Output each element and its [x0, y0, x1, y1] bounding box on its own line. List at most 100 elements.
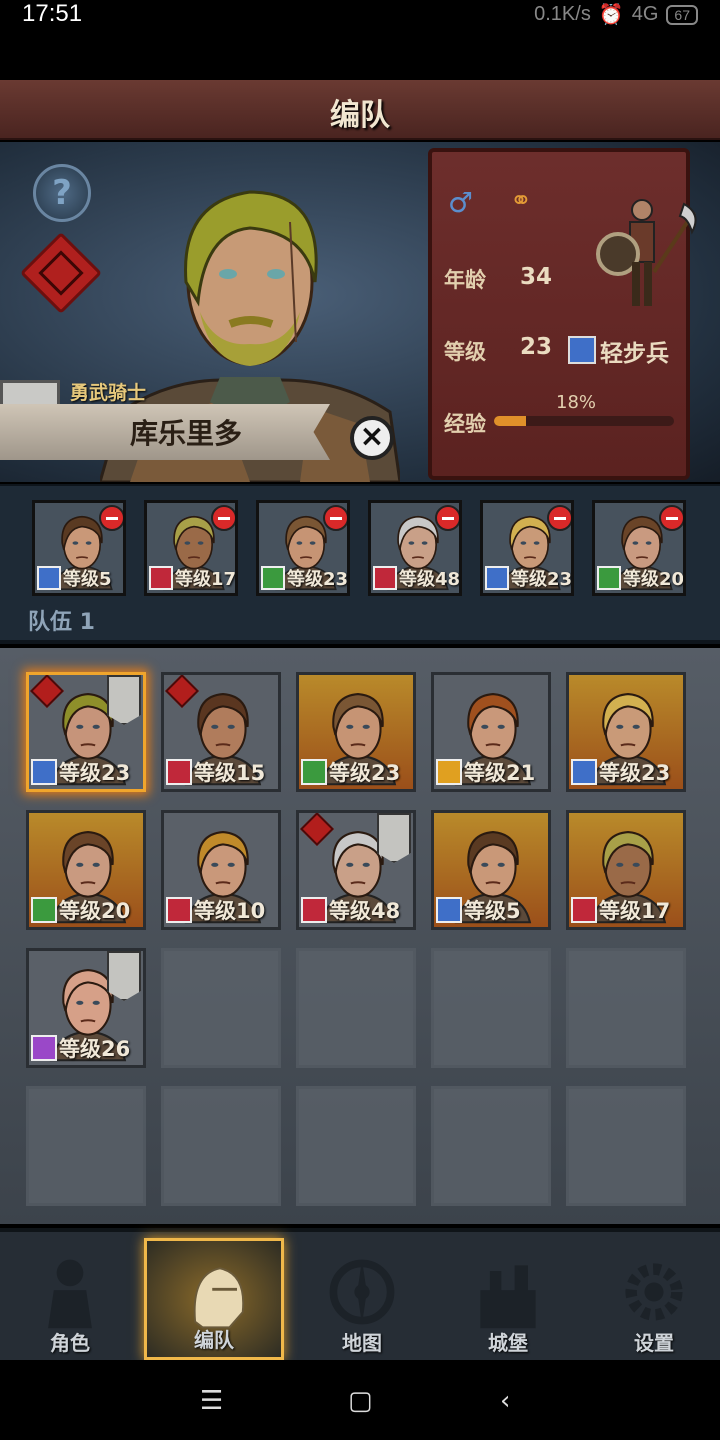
sword-class-icon	[571, 759, 597, 785]
in-team-flag-icon	[107, 951, 141, 1001]
nav-label: 设置	[634, 1331, 674, 1355]
xp-bar-fill	[494, 416, 527, 426]
castle-icon	[480, 1265, 536, 1329]
male-icon: ♂	[448, 186, 474, 219]
hero-stats-card: ♂ ⚭ 年龄 34 等级 23 轻步兵 18% 经验	[428, 148, 697, 480]
system-nav-bar: ☰ ▢ ‹	[0, 1360, 720, 1440]
roster-character-card[interactable]: 等级23	[566, 672, 686, 792]
gear-icon	[625, 1263, 683, 1321]
roster-character-card[interactable]: 等级21	[431, 672, 551, 792]
member-level: 等级17	[175, 569, 237, 590]
sword-class-icon	[485, 566, 509, 590]
character-level-tag: 等级21	[434, 757, 548, 787]
status-time: 17:51	[22, 0, 83, 27]
character-level-tag: 等级23	[29, 757, 143, 787]
battery-indicator: 67	[666, 4, 698, 25]
team-slot[interactable]: 等级5	[32, 500, 126, 596]
roster-character-card[interactable]: 等级48	[296, 810, 416, 930]
roster-character-card[interactable]: 等级26	[26, 948, 146, 1068]
team-slot[interactable]: 等级23	[256, 500, 350, 596]
cavalry-class-icon	[149, 566, 173, 590]
sword-class-icon	[37, 566, 61, 590]
light-infantry-figure-icon	[596, 199, 697, 306]
level-value: 23	[520, 334, 553, 360]
archer-class-icon	[301, 759, 327, 785]
nav-label: 城堡	[488, 1331, 528, 1355]
member-level-tag: 等级17	[147, 565, 235, 591]
team-slot[interactable]: 等级17	[144, 500, 238, 596]
roster-panel: 等级23 等级15 等级23 等级21 等级23 等级20 等级10 等级48 …	[0, 648, 720, 1224]
nav-item-gear[interactable]: 设置	[584, 1238, 720, 1360]
roster-character-card[interactable]: 等级23	[296, 672, 416, 792]
roster-character-card[interactable]: 等级5	[431, 810, 551, 930]
member-level-tag: 等级23	[259, 565, 347, 591]
title-bar: 编队	[0, 80, 720, 140]
hero-panel: ? 勇武骑士 库乐里多 × ♂ ⚭ 年龄 34 等级 23 轻步兵 18% 经验	[0, 142, 720, 482]
cavalry-class-icon	[373, 566, 397, 590]
roster-character-card[interactable]: 等级20	[26, 810, 146, 930]
team-slot[interactable]: 等级23	[480, 500, 574, 596]
character-level-tag: 等级23	[299, 757, 413, 787]
nav-label: 编队	[194, 1328, 234, 1352]
member-level-tag: 等级20	[595, 565, 683, 591]
roster-character-card[interactable]: 等级17	[566, 810, 686, 930]
empty-roster-slot	[296, 1086, 416, 1206]
hero-name: 库乐里多	[130, 417, 243, 450]
nav-item-knight[interactable]: 角色	[0, 1238, 140, 1360]
cavalry-class-icon	[301, 897, 327, 923]
roster-character-card[interactable]: 等级10	[161, 810, 281, 930]
sword-class-icon	[31, 759, 57, 785]
hero-name-bar[interactable]: 库乐里多	[0, 404, 330, 460]
character-level-tag: 等级17	[569, 895, 683, 925]
status-bar: 17:51 0.1K/s ⏰ 4G 67	[0, 0, 720, 80]
compass-icon	[329, 1259, 395, 1325]
bottom-nav: 角色 编队 地图 城堡 设置	[0, 1228, 720, 1360]
nav-item-castle[interactable]: 城堡	[438, 1238, 578, 1360]
sword-class-icon	[568, 336, 596, 364]
signal-label: 4G	[631, 3, 659, 25]
remove-member-icon[interactable]	[211, 505, 235, 531]
character-level: 等级23	[599, 761, 671, 785]
team-slot[interactable]: 等级48	[368, 500, 462, 596]
remove-member-icon[interactable]	[659, 505, 683, 531]
roster-character-card[interactable]: 等级15	[161, 672, 281, 792]
character-level-tag: 等级10	[164, 895, 278, 925]
remove-member-icon[interactable]	[547, 505, 571, 531]
nav-item-compass[interactable]: 地图	[292, 1238, 432, 1360]
character-level: 等级10	[194, 899, 266, 923]
remove-hero-button[interactable]: ×	[350, 416, 394, 460]
help-button[interactable]: ?	[33, 164, 91, 222]
shield-class-icon	[436, 759, 462, 785]
character-level: 等级48	[329, 899, 401, 923]
knight-icon	[48, 1259, 92, 1329]
remove-member-icon[interactable]	[435, 505, 459, 531]
character-level-tag: 等级23	[569, 757, 683, 787]
member-level: 等级23	[287, 569, 349, 590]
back-icon[interactable]: ‹	[500, 1386, 510, 1416]
empty-roster-slot	[296, 948, 416, 1068]
in-team-flag-icon	[107, 675, 141, 725]
empty-roster-slot	[566, 1086, 686, 1206]
level-label: 等级	[444, 340, 486, 364]
rings-icon: ⚭	[510, 186, 532, 216]
in-team-flag-icon	[377, 813, 411, 863]
roster-character-card[interactable]: 等级23	[26, 672, 146, 792]
cavalry-class-icon	[571, 897, 597, 923]
member-level-tag: 等级23	[483, 565, 571, 591]
team-slot[interactable]: 等级20	[592, 500, 686, 596]
character-level: 等级15	[194, 761, 266, 785]
age-label: 年龄	[444, 268, 486, 292]
page-title: 编队	[330, 98, 390, 133]
archer-class-icon	[597, 566, 621, 590]
knot-emblem-icon[interactable]	[19, 231, 103, 315]
remove-member-icon[interactable]	[323, 505, 347, 531]
home-icon[interactable]: ▢	[348, 1386, 373, 1416]
empty-roster-slot	[161, 948, 281, 1068]
team-member-row: 等级5 等级17 等级23 等级48 等级23 等级20	[32, 500, 686, 596]
member-level: 等级5	[63, 569, 112, 590]
nav-item-helmet[interactable]: 编队	[144, 1238, 284, 1360]
menu-icon[interactable]: ☰	[200, 1386, 223, 1416]
xp-label: 经验	[444, 412, 486, 436]
remove-member-icon[interactable]	[99, 505, 123, 531]
mage-class-icon	[31, 1035, 57, 1061]
